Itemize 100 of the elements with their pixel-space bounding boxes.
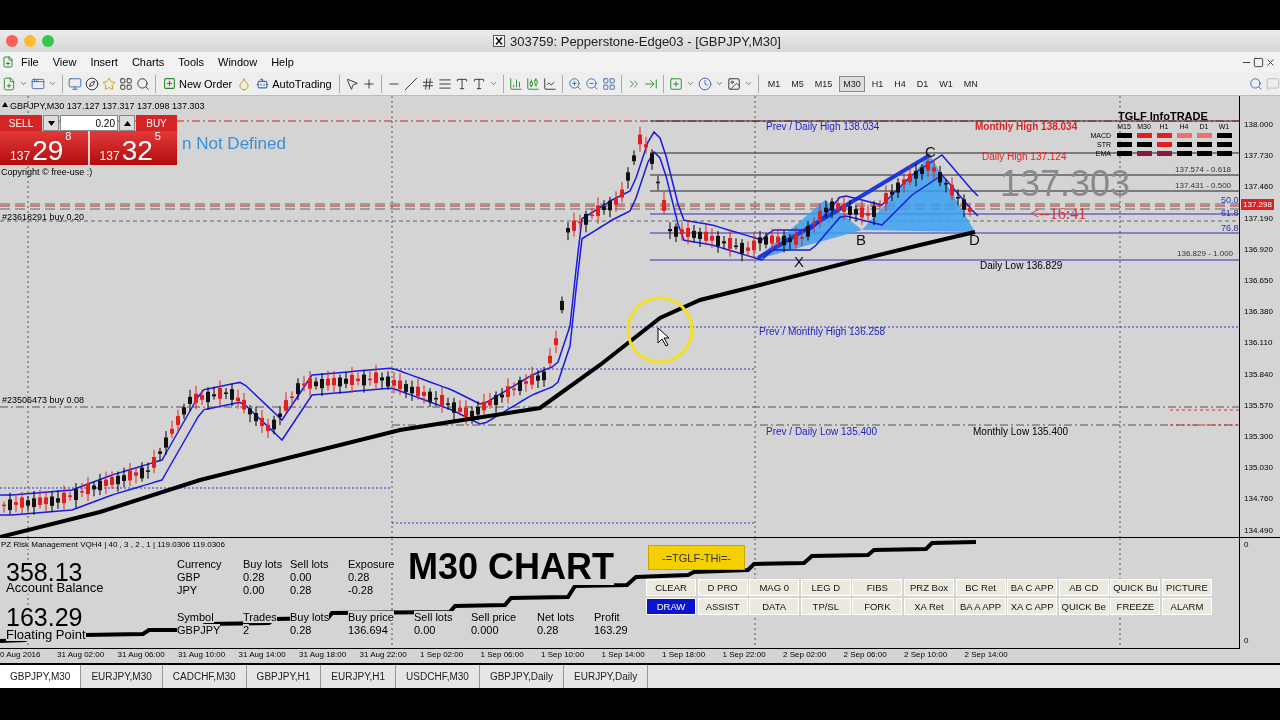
- tool-button[interactable]: BC Ret: [955, 579, 1006, 596]
- tglf-button[interactable]: -=TGLF-THi=-: [648, 545, 745, 570]
- tool-button[interactable]: FREEZE: [1110, 598, 1161, 615]
- tool-button[interactable]: BA C APP: [1007, 579, 1058, 596]
- table-cell: GBP: [177, 571, 201, 584]
- tool-button[interactable]: DATA: [749, 598, 800, 615]
- tool-button[interactable]: FIBS: [852, 579, 903, 596]
- time-axis-label: 1 Sep 02:00: [420, 650, 464, 659]
- chart-tab[interactable]: EURJPY,H1: [321, 665, 397, 688]
- tool-button[interactable]: LEG D: [800, 579, 851, 596]
- tool-button[interactable]: BA A APP: [955, 598, 1006, 615]
- price-axis-label: 136.380: [1244, 307, 1273, 317]
- tool-button[interactable]: TP/SL: [800, 598, 851, 615]
- time-axis-label: 31 Aug 10:00: [178, 650, 226, 659]
- table-cell: -0.28: [348, 584, 374, 597]
- time-axis-label: 2 Sep 02:00: [783, 650, 827, 659]
- timeframe-button[interactable]: M5: [787, 75, 808, 92]
- balance-label: Account Balance: [6, 581, 104, 594]
- table-cell: 0.00: [243, 584, 265, 597]
- column-header: Buy lots: [290, 611, 330, 624]
- indicator-header: PZ Risk Management VQH4 | 40 , 3 , 2 , 1 | 119.0306 119.0306: [1, 541, 225, 549]
- time-axis-label: 31 Aug 18:00: [299, 650, 347, 659]
- menu-item[interactable]: Help: [264, 56, 301, 68]
- price-axis-label: 136.920: [1244, 244, 1273, 254]
- timeframe-button[interactable]: MN: [959, 75, 982, 92]
- tool-button[interactable]: ASSIST: [697, 598, 748, 615]
- chart-tab[interactable]: EURJPY,M30: [81, 665, 163, 688]
- level-label: Prev / Daily Low 135.400: [766, 427, 878, 437]
- tool-button[interactable]: MAG 0: [749, 579, 800, 596]
- tool-button[interactable]: DRAW: [646, 598, 696, 615]
- chart-tab[interactable]: GBPJPY,Daily: [479, 665, 565, 688]
- menu-item[interactable]: Tools: [171, 56, 211, 68]
- chart-tab[interactable]: EURJPY,Daily: [564, 665, 649, 688]
- tool-button[interactable]: XA C APP: [1007, 598, 1058, 615]
- menu-item[interactable]: Window: [211, 56, 265, 68]
- price-axis-label: 138.000: [1244, 120, 1273, 129]
- copyright-text: Copyright © free-use :): [1, 168, 93, 177]
- table-cell: 0.28: [290, 624, 312, 637]
- level-label: Prev / Monthly High 136.258: [759, 327, 886, 337]
- tool-button[interactable]: PRZ Box: [903, 579, 954, 596]
- chart-tab[interactable]: USDCHF,M30: [396, 665, 480, 688]
- timeframe-button[interactable]: M30: [839, 75, 865, 92]
- tool-button[interactable]: AB CD: [1058, 579, 1109, 596]
- table-cell: 0.00: [414, 624, 436, 637]
- time-axis-label: 31 Aug 14:00: [238, 650, 286, 659]
- fib-level-label: 50.0: [1221, 196, 1239, 205]
- timeframe-button[interactable]: H4: [890, 75, 910, 92]
- autotrading-button[interactable]: AutoTrading: [254, 76, 334, 91]
- chart-tab[interactable]: GBPJPY,H1: [246, 665, 322, 688]
- table-cell: 2: [243, 624, 250, 637]
- time-axis-label: 1 Sep 18:00: [662, 650, 706, 659]
- table-cell: 0.000: [471, 624, 499, 637]
- menu-item[interactable]: Charts: [124, 56, 172, 68]
- buy-button[interactable]: BUY: [136, 115, 177, 131]
- chart-tab[interactable]: CADCHF,M30: [162, 665, 247, 688]
- lot-size-field[interactable]: 0.20: [60, 115, 118, 131]
- tool-button[interactable]: QUICK Be: [1058, 598, 1109, 615]
- tool-button[interactable]: QUICK Bu: [1110, 579, 1161, 596]
- tool-button[interactable]: PICTURE: [1161, 579, 1212, 596]
- timeframe-button[interactable]: W1: [935, 75, 957, 92]
- table-cell: 163.29: [594, 624, 628, 637]
- column-header: Profit: [594, 611, 620, 624]
- time-axis-label: 1 Sep 06:00: [480, 650, 524, 659]
- menu-item[interactable]: Insert: [83, 56, 125, 68]
- current-price-tag: 137.298: [1241, 199, 1274, 210]
- price-axis-label: 134.490: [1244, 525, 1273, 535]
- timeframe-button[interactable]: M15: [810, 75, 837, 92]
- level-label: Monthly Low 135.400: [973, 427, 1069, 437]
- timeframe-button[interactable]: M1: [763, 75, 785, 92]
- tool-button[interactable]: CLEAR: [646, 579, 696, 596]
- column-header: Buy price: [348, 611, 394, 624]
- column-header: Sell lots: [414, 611, 453, 624]
- order-label: #23618291 buy 0.20: [2, 213, 85, 222]
- timeframe-button[interactable]: D1: [912, 75, 933, 92]
- tool-button[interactable]: ALARM: [1161, 598, 1212, 615]
- table-cell: GBPJPY: [177, 624, 221, 637]
- pattern-point-label: D: [969, 232, 980, 247]
- menu-item[interactable]: View: [45, 56, 84, 68]
- level-label: Prev / Daily High 138.034: [766, 122, 880, 132]
- table-cell: JPY: [177, 584, 198, 597]
- table-cell: 0.28: [348, 571, 370, 584]
- price-axis-label: 136.110: [1244, 338, 1273, 348]
- time-axis-label: 31 Aug 02:00: [57, 650, 105, 659]
- window-title: 303759: Pepperstone-Edge03 - [GBPJPY,M30]: [510, 33, 781, 49]
- time-axis-label: 2 Sep 14:00: [964, 650, 1008, 659]
- menu-item[interactable]: File: [14, 56, 46, 68]
- scale-label: 0: [1244, 540, 1249, 549]
- chart-tab[interactable]: GBPJPY,M30: [0, 665, 82, 688]
- timeframe-button[interactable]: H1: [867, 75, 888, 92]
- new-order-button[interactable]: New Order: [161, 76, 235, 91]
- tool-button[interactable]: D PRO: [697, 579, 748, 596]
- chart-header: GBPJPY,M30 137.127 137.317 137.098 137.303: [10, 102, 205, 111]
- tool-button[interactable]: XA Ret: [903, 598, 954, 615]
- pattern-point-label: C: [925, 144, 936, 159]
- sell-button[interactable]: SELL: [0, 115, 42, 131]
- column-header: Buy lots: [243, 558, 283, 571]
- tool-button[interactable]: FORK: [852, 598, 903, 615]
- time-axis-label: 2 Sep 06:00: [843, 650, 887, 659]
- status-text: n Not Defined: [182, 135, 286, 152]
- time-axis-label: 1 Sep 14:00: [601, 650, 645, 659]
